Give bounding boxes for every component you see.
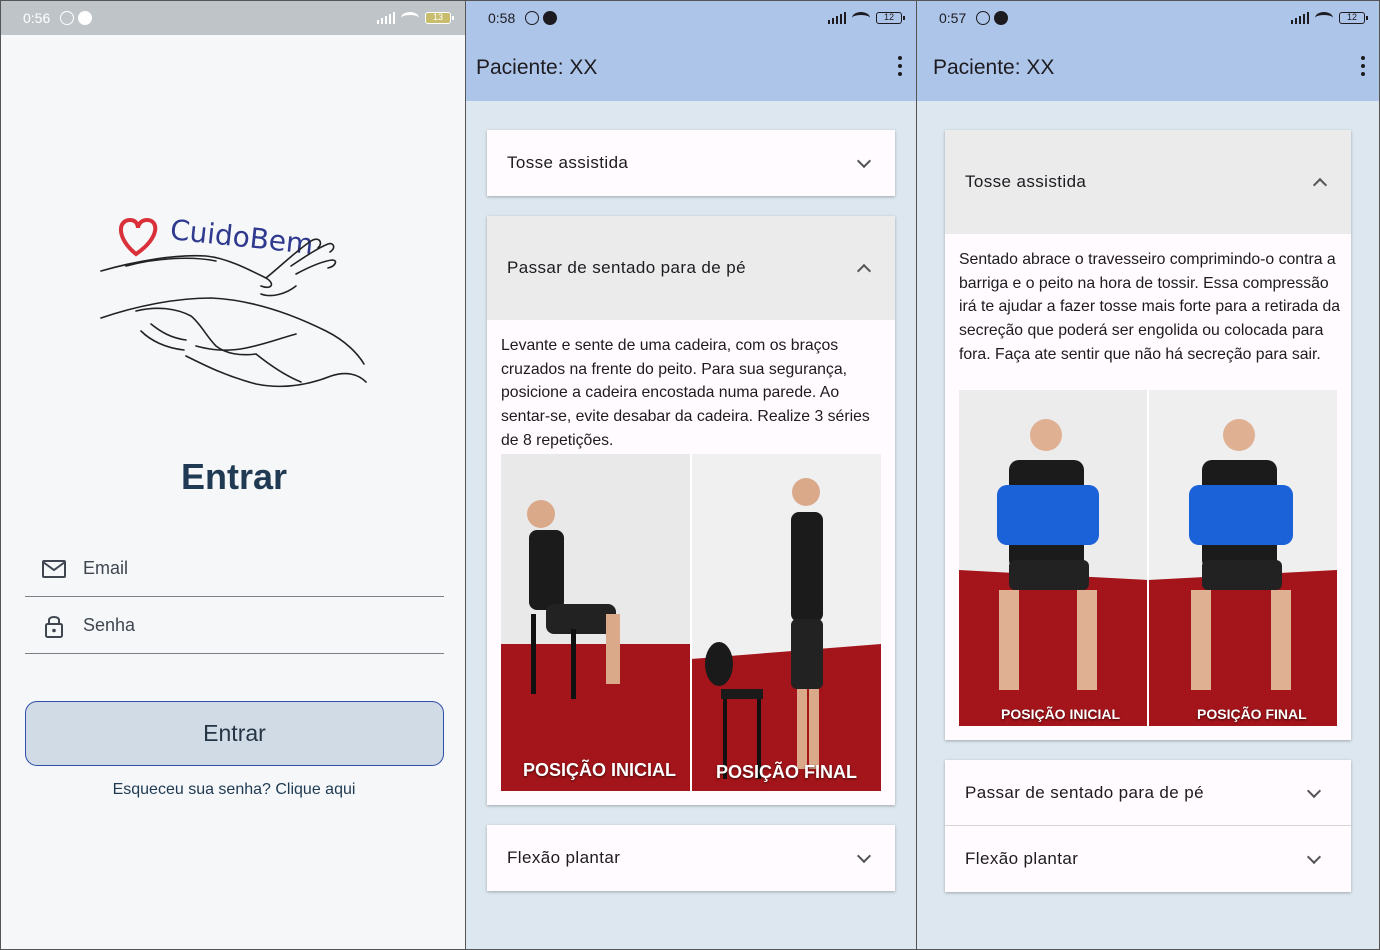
panel-header[interactable]: Passar de sentado para de pé <box>945 760 1351 826</box>
logo-text: CuidoBem <box>169 213 315 261</box>
password-field[interactable]: Senha <box>25 598 444 654</box>
exercise-panel-group: Passar de sentado para de pé Flexão plan… <box>945 760 1351 892</box>
page-title: Entrar <box>180 456 288 497</box>
exercise-photo: POSIÇÃO INICIAL POSIÇÃO FINAL <box>501 454 881 791</box>
panel-header[interactable]: Flexão plantar <box>945 826 1351 892</box>
exercise-panel-expanded: Tosse assistida Sentado abrace o travess… <box>945 130 1351 740</box>
panel-description: Levante e sente de uma cadeira, com os b… <box>501 337 870 449</box>
wifi-icon <box>401 12 419 24</box>
app-logo: CuidoBem <box>96 206 376 401</box>
wifi-icon <box>852 12 870 24</box>
app-bar: Paciente: XX <box>466 35 916 101</box>
status-bar: 0:56 13 <box>1 1 465 35</box>
panel-title: Tosse assistida <box>507 153 629 172</box>
status-time: 0:58 <box>488 10 516 26</box>
panel-description: Sentado abrace o travesseiro comprimindo… <box>959 251 1341 363</box>
app-bar-title: Paciente: XX <box>933 56 1055 79</box>
alarm-icon <box>525 11 540 25</box>
panel-title: Passar de sentado para de pé <box>507 258 746 277</box>
login-screen: 0:56 13 CuidoBem Entrar Email Senha Entr… <box>0 0 466 950</box>
notification-icon <box>78 11 93 25</box>
more-vert-icon[interactable] <box>898 56 902 76</box>
mail-icon <box>41 559 67 578</box>
panel-header[interactable]: Tosse assistida <box>487 130 895 196</box>
battery-icon: 13 <box>425 12 454 24</box>
signal-icon <box>827 12 846 24</box>
status-bar: 0:57 12 <box>917 1 1379 35</box>
signal-icon <box>1290 12 1309 24</box>
exercise-photo: POSIÇÃO INICIAL POSIÇÃO FINAL <box>959 390 1337 726</box>
battery-icon: 12 <box>1339 12 1368 24</box>
email-label: Email <box>83 558 129 578</box>
alarm-icon <box>60 11 75 25</box>
status-time: 0:57 <box>939 10 967 26</box>
panel-title: Flexão plantar <box>965 849 1079 868</box>
exercise-list-screen-3: 0:57 12 Paciente: XX Tosse assistida Sen… <box>916 0 1380 950</box>
exercise-list-screen-2: 0:58 12 Paciente: XX Tosse assistida Pas… <box>466 0 916 950</box>
panel-title: Flexão plantar <box>507 848 621 867</box>
wifi-icon <box>1315 12 1333 24</box>
photo-caption-initial: POSIÇÃO INICIAL <box>523 760 677 780</box>
chevron-down-icon <box>1306 849 1322 865</box>
photo-caption-final: POSIÇÃO FINAL <box>716 762 858 782</box>
more-vert-icon[interactable] <box>1361 56 1365 76</box>
photo-caption-final: POSIÇÃO FINAL <box>1197 706 1307 722</box>
panel-title: Passar de sentado para de pé <box>965 782 1204 802</box>
lock-icon <box>41 614 67 638</box>
app-bar-title: Paciente: XX <box>476 56 598 79</box>
exercise-panel[interactable]: Tosse assistida <box>487 130 895 196</box>
photo-caption-initial: POSIÇÃO INICIAL <box>1001 706 1121 722</box>
login-button[interactable]: Entrar <box>25 701 444 766</box>
signal-icon <box>376 12 395 24</box>
panel-header[interactable]: Tosse assistida <box>945 130 1351 234</box>
email-field[interactable]: Email <box>25 541 444 597</box>
app-bar: Paciente: XX <box>917 35 1379 101</box>
heart-icon <box>119 217 158 257</box>
chevron-up-icon <box>1312 177 1328 193</box>
status-time: 0:56 <box>23 10 51 26</box>
battery-icon: 12 <box>876 12 905 24</box>
forgot-password-link[interactable]: Esqueceu sua senha? Clique aqui <box>1 781 465 799</box>
exercise-panel[interactable]: Flexão plantar <box>487 825 895 891</box>
panel-title: Tosse assistida <box>965 172 1087 191</box>
chevron-up-icon <box>856 263 872 279</box>
exercise-panel-expanded: Passar de sentado para de pé Levante e s… <box>487 216 895 805</box>
chevron-down-icon <box>1306 783 1322 798</box>
panel-header[interactable]: Passar de sentado para de pé <box>487 216 895 320</box>
notification-icon <box>994 11 1009 25</box>
status-bar: 0:58 12 <box>466 1 916 35</box>
chevron-down-icon <box>856 848 872 864</box>
notification-icon <box>543 11 558 25</box>
password-label: Senha <box>83 615 136 635</box>
alarm-icon <box>976 11 991 25</box>
panel-header[interactable]: Flexão plantar <box>487 825 895 891</box>
chevron-down-icon <box>856 153 872 169</box>
